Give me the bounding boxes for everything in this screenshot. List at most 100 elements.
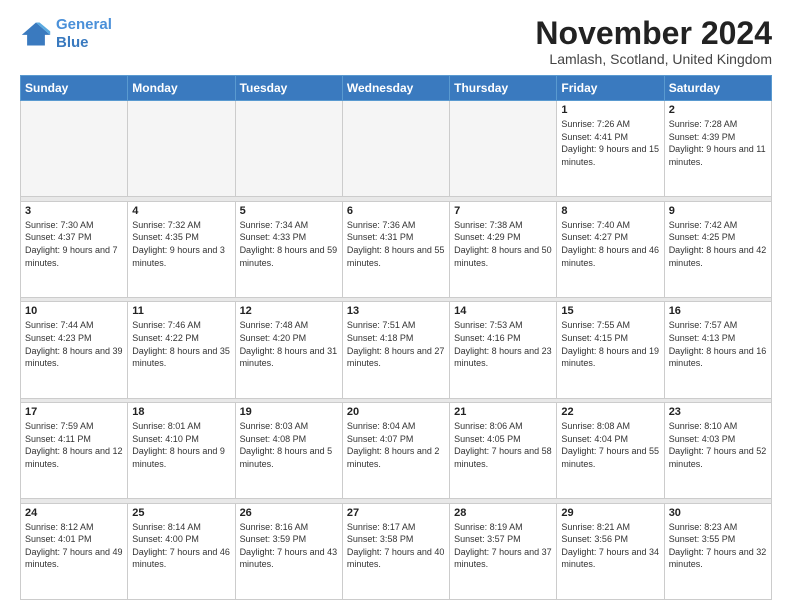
weekday-header-monday: Monday bbox=[128, 76, 235, 101]
calendar-table: SundayMondayTuesdayWednesdayThursdayFrid… bbox=[20, 75, 772, 600]
weekday-header-thursday: Thursday bbox=[450, 76, 557, 101]
day-info: Sunrise: 7:34 AM Sunset: 4:33 PM Dayligh… bbox=[240, 219, 338, 269]
day-info: Sunrise: 7:28 AM Sunset: 4:39 PM Dayligh… bbox=[669, 118, 767, 168]
day-number: 17 bbox=[25, 406, 123, 418]
calendar-cell: 30Sunrise: 8:23 AM Sunset: 3:55 PM Dayli… bbox=[664, 503, 771, 599]
day-number: 4 bbox=[132, 205, 230, 217]
title-block: November 2024 Lamlash, Scotland, United … bbox=[535, 16, 772, 67]
day-info: Sunrise: 7:48 AM Sunset: 4:20 PM Dayligh… bbox=[240, 319, 338, 369]
calendar-cell: 29 Sunrise: 8:21 AM Sunset: 3:56 PM Dayli… bbox=[557, 503, 664, 599]
week-row-0: 1Sunrise: 7:26 AM Sunset: 4:41 PM Daylig… bbox=[21, 101, 772, 197]
week-row-3: 17 Sunrise: 7:59 AM Sunset: 4:11 PM Dayli… bbox=[21, 403, 772, 499]
calendar-cell: 14 Sunrise: 7:53 AM Sunset: 4:16 PM Dayli… bbox=[450, 302, 557, 398]
day-info: Sunrise: 7:40 AM Sunset: 4:27 PM Dayligh… bbox=[561, 219, 659, 269]
day-number: 1 bbox=[561, 104, 659, 116]
calendar-cell: 28 Sunrise: 8:19 AM Sunset: 3:57 PM Dayli… bbox=[450, 503, 557, 599]
day-number: 23 bbox=[669, 406, 767, 418]
day-number: 14 bbox=[454, 305, 552, 317]
day-number: 20 bbox=[347, 406, 445, 418]
month-title: November 2024 bbox=[535, 16, 772, 51]
calendar-cell: 4 Sunrise: 7:32 AM Sunset: 4:35 PM Daylig… bbox=[128, 201, 235, 297]
day-info: Sunrise: 7:32 AM Sunset: 4:35 PM Dayligh… bbox=[132, 219, 230, 269]
day-info: Sunrise: 7:53 AM Sunset: 4:16 PM Dayligh… bbox=[454, 319, 552, 369]
page: General Blue November 2024 Lamlash, Scot… bbox=[0, 0, 792, 612]
day-info: Sunrise: 8:08 AM Sunset: 4:04 PM Dayligh… bbox=[561, 420, 659, 470]
calendar-cell: 2 Sunrise: 7:28 AM Sunset: 4:39 PM Daylig… bbox=[664, 101, 771, 197]
weekday-header-saturday: Saturday bbox=[664, 76, 771, 101]
weekday-header-friday: Friday bbox=[557, 76, 664, 101]
day-number: 6 bbox=[347, 205, 445, 217]
day-number: 21 bbox=[454, 406, 552, 418]
day-number: 13 bbox=[347, 305, 445, 317]
location: Lamlash, Scotland, United Kingdom bbox=[535, 51, 772, 67]
calendar-cell: 20 Sunrise: 8:04 AM Sunset: 4:07 PM Dayli… bbox=[342, 403, 449, 499]
day-info: Sunrise: 7:46 AM Sunset: 4:22 PM Dayligh… bbox=[132, 319, 230, 369]
weekday-header-sunday: Sunday bbox=[21, 76, 128, 101]
calendar-cell: 10Sunrise: 7:44 AM Sunset: 4:23 PM Dayli… bbox=[21, 302, 128, 398]
day-number: 27 bbox=[347, 507, 445, 519]
logo: General Blue bbox=[20, 16, 112, 52]
day-info: Sunrise: 8:01 AM Sunset: 4:10 PM Dayligh… bbox=[132, 420, 230, 470]
logo-blue: Blue bbox=[56, 34, 89, 51]
header: General Blue November 2024 Lamlash, Scot… bbox=[20, 16, 772, 67]
day-info: Sunrise: 8:14 AM Sunset: 4:00 PM Dayligh… bbox=[132, 521, 230, 571]
calendar-cell: 19Sunrise: 8:03 AM Sunset: 4:08 PM Dayli… bbox=[235, 403, 342, 499]
day-number: 5 bbox=[240, 205, 338, 217]
day-number: 30 bbox=[669, 507, 767, 519]
day-number: 26 bbox=[240, 507, 338, 519]
day-info: Sunrise: 7:38 AM Sunset: 4:29 PM Dayligh… bbox=[454, 219, 552, 269]
day-info: Sunrise: 7:36 AM Sunset: 4:31 PM Dayligh… bbox=[347, 219, 445, 269]
day-number: 12 bbox=[240, 305, 338, 317]
weekday-header-tuesday: Tuesday bbox=[235, 76, 342, 101]
calendar-cell: 22 Sunrise: 8:08 AM Sunset: 4:04 PM Dayli… bbox=[557, 403, 664, 499]
day-info: Sunrise: 8:12 AM Sunset: 4:01 PM Dayligh… bbox=[25, 521, 123, 571]
day-info: Sunrise: 7:30 AM Sunset: 4:37 PM Dayligh… bbox=[25, 219, 123, 269]
calendar-cell: 9 Sunrise: 7:42 AM Sunset: 4:25 PM Daylig… bbox=[664, 201, 771, 297]
day-info: Sunrise: 7:44 AM Sunset: 4:23 PM Dayligh… bbox=[25, 319, 123, 369]
calendar-cell: 13 Sunrise: 7:51 AM Sunset: 4:18 PM Dayli… bbox=[342, 302, 449, 398]
calendar-cell: 21Sunrise: 8:06 AM Sunset: 4:05 PM Dayli… bbox=[450, 403, 557, 499]
day-number: 29 bbox=[561, 507, 659, 519]
calendar-cell: 24Sunrise: 8:12 AM Sunset: 4:01 PM Dayli… bbox=[21, 503, 128, 599]
calendar-cell: 5 Sunrise: 7:34 AM Sunset: 4:33 PM Daylig… bbox=[235, 201, 342, 297]
calendar-cell: 18 Sunrise: 8:01 AM Sunset: 4:10 PM Dayli… bbox=[128, 403, 235, 499]
day-info: Sunrise: 8:04 AM Sunset: 4:07 PM Dayligh… bbox=[347, 420, 445, 470]
day-number: 9 bbox=[669, 205, 767, 217]
day-number: 18 bbox=[132, 406, 230, 418]
calendar-cell: 12 Sunrise: 7:48 AM Sunset: 4:20 PM Dayli… bbox=[235, 302, 342, 398]
calendar-cell: 8 Sunrise: 7:40 AM Sunset: 4:27 PM Daylig… bbox=[557, 201, 664, 297]
calendar-cell bbox=[128, 101, 235, 197]
day-info: Sunrise: 7:55 AM Sunset: 4:15 PM Dayligh… bbox=[561, 319, 659, 369]
calendar-cell: 15Sunrise: 7:55 AM Sunset: 4:15 PM Dayli… bbox=[557, 302, 664, 398]
calendar-cell: 25 Sunrise: 8:14 AM Sunset: 4:00 PM Dayli… bbox=[128, 503, 235, 599]
calendar-cell: 16Sunrise: 7:57 AM Sunset: 4:13 PM Dayli… bbox=[664, 302, 771, 398]
logo-icon bbox=[20, 20, 52, 48]
day-info: Sunrise: 7:59 AM Sunset: 4:11 PM Dayligh… bbox=[25, 420, 123, 470]
day-info: Sunrise: 8:17 AM Sunset: 3:58 PM Dayligh… bbox=[347, 521, 445, 571]
calendar-cell: 6 Sunrise: 7:36 AM Sunset: 4:31 PM Daylig… bbox=[342, 201, 449, 297]
day-number: 25 bbox=[132, 507, 230, 519]
day-number: 11 bbox=[132, 305, 230, 317]
calendar-cell: 26Sunrise: 8:16 AM Sunset: 3:59 PM Dayli… bbox=[235, 503, 342, 599]
calendar-cell: 7Sunrise: 7:38 AM Sunset: 4:29 PM Daylig… bbox=[450, 201, 557, 297]
calendar-cell: 11 Sunrise: 7:46 AM Sunset: 4:22 PM Dayli… bbox=[128, 302, 235, 398]
weekday-header-row: SundayMondayTuesdayWednesdayThursdayFrid… bbox=[21, 76, 772, 101]
week-row-4: 24Sunrise: 8:12 AM Sunset: 4:01 PM Dayli… bbox=[21, 503, 772, 599]
calendar-cell bbox=[342, 101, 449, 197]
day-info: Sunrise: 7:57 AM Sunset: 4:13 PM Dayligh… bbox=[669, 319, 767, 369]
day-info: Sunrise: 8:19 AM Sunset: 3:57 PM Dayligh… bbox=[454, 521, 552, 571]
logo-general: General bbox=[56, 16, 112, 33]
calendar-cell bbox=[450, 101, 557, 197]
day-number: 8 bbox=[561, 205, 659, 217]
day-info: Sunrise: 7:51 AM Sunset: 4:18 PM Dayligh… bbox=[347, 319, 445, 369]
day-info: Sunrise: 7:42 AM Sunset: 4:25 PM Dayligh… bbox=[669, 219, 767, 269]
day-number: 2 bbox=[669, 104, 767, 116]
day-info: Sunrise: 8:03 AM Sunset: 4:08 PM Dayligh… bbox=[240, 420, 338, 470]
calendar-cell: 1Sunrise: 7:26 AM Sunset: 4:41 PM Daylig… bbox=[557, 101, 664, 197]
day-info: Sunrise: 8:21 AM Sunset: 3:56 PM Dayligh… bbox=[561, 521, 659, 571]
day-number: 22 bbox=[561, 406, 659, 418]
logo-text: General Blue bbox=[56, 16, 112, 52]
weekday-header-wednesday: Wednesday bbox=[342, 76, 449, 101]
day-info: Sunrise: 8:10 AM Sunset: 4:03 PM Dayligh… bbox=[669, 420, 767, 470]
day-number: 28 bbox=[454, 507, 552, 519]
